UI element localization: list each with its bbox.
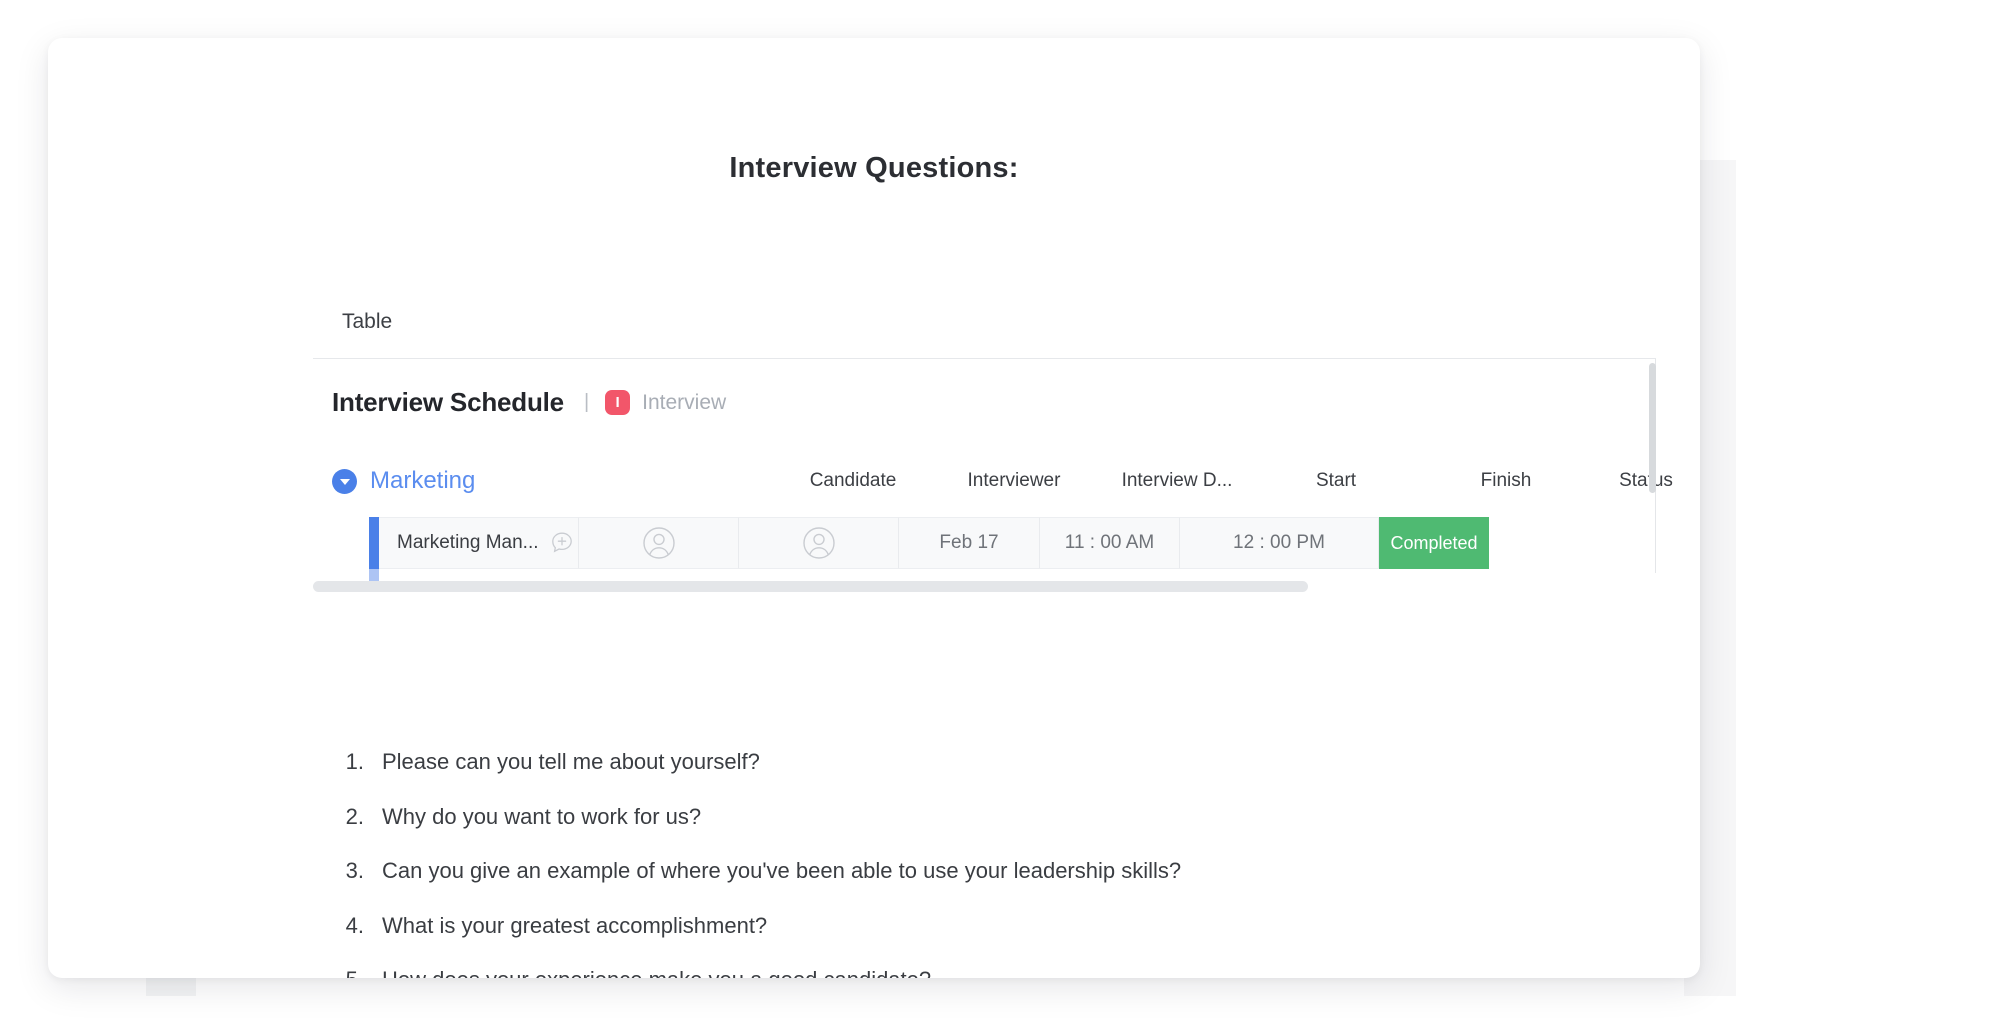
list-item-number: 4.: [345, 912, 364, 938]
cell-task-name[interactable]: Marketing Man...: [379, 517, 579, 569]
list-item: 1. Please can you tell me about yourself…: [338, 748, 1658, 776]
list-item-text: How does your experience make you a good…: [382, 966, 1658, 978]
list-item-text: Please can you tell me about yourself?: [382, 749, 760, 774]
cell-interviewer[interactable]: [739, 517, 899, 569]
list-item-number: 5.: [338, 966, 364, 978]
table-widget-header: Interview Schedule | I Interview: [332, 387, 726, 418]
row-accent-bar: [369, 517, 379, 569]
document-card: Interview Questions: Table Interview Sch…: [48, 38, 1700, 978]
cell-finish-time[interactable]: 12 : 00 PM: [1180, 517, 1379, 569]
group-name-label: Marketing: [370, 467, 476, 494]
add-comment-icon[interactable]: [549, 530, 575, 556]
board-chip-icon: I: [605, 390, 631, 415]
column-header-status[interactable]: Status: [1576, 470, 1700, 492]
interview-questions-list: 1. Please can you tell me about yourself…: [338, 748, 1658, 978]
column-header-candidate[interactable]: Candidate: [779, 470, 927, 492]
table-row[interactable]: Marketing Man... Feb 17 11: 00 AM 12: …: [313, 517, 1656, 591]
list-item-number: 2.: [345, 803, 364, 829]
cell-candidate[interactable]: [579, 517, 739, 569]
table-horizontal-scrollbar[interactable]: [313, 581, 1308, 592]
table-column-header-row: Marketing Candidate Interviewer Intervie…: [313, 459, 1673, 517]
page-title: Interview Questions:: [729, 152, 1019, 184]
column-header-interviewer[interactable]: Interviewer: [940, 470, 1088, 492]
column-header-finish[interactable]: Finish: [1426, 470, 1586, 492]
list-item-number: 3.: [345, 858, 364, 883]
column-header-interview-date[interactable]: Interview D...: [1098, 470, 1256, 492]
list-item: 2. Why do you want to work for us?: [338, 803, 1658, 831]
list-item: 4. What is your greatest accomplishment?: [338, 912, 1658, 940]
embedded-table-widget[interactable]: Interview Schedule | I Interview Marketi…: [313, 359, 1673, 606]
table-title: Interview Schedule: [332, 387, 564, 417]
group-header-marketing[interactable]: Marketing: [332, 467, 475, 495]
list-item-text: Why do you want to work for us?: [382, 803, 702, 829]
list-item: 5. How does your experience make you a g…: [338, 966, 1658, 978]
task-name-label: Marketing Man...: [397, 532, 539, 553]
status-badge[interactable]: Completed: [1379, 517, 1489, 569]
list-item-text: Can you give an example of where you've …: [382, 858, 1182, 883]
section-label-table: Table: [342, 310, 393, 333]
person-avatar-icon[interactable]: [642, 526, 676, 560]
list-item: 3. Can you give an example of where you'…: [338, 857, 1658, 885]
column-header-start[interactable]: Start: [1266, 470, 1406, 492]
cell-start-time[interactable]: 11 : 00 AM: [1040, 517, 1180, 569]
chevron-down-icon[interactable]: [332, 468, 357, 494]
table-vertical-scrollbar[interactable]: [1649, 363, 1656, 493]
board-chip-label: Interview: [642, 390, 727, 414]
cell-interview-date[interactable]: Feb 17: [899, 517, 1040, 569]
person-avatar-icon[interactable]: [802, 526, 836, 560]
title-separator: |: [583, 391, 590, 413]
list-item-text: What is your greatest accomplishment?: [382, 912, 768, 938]
list-item-number: 1.: [345, 749, 364, 774]
page-backdrop: Interview Questions: Table Interview Sch…: [0, 0, 1999, 1036]
